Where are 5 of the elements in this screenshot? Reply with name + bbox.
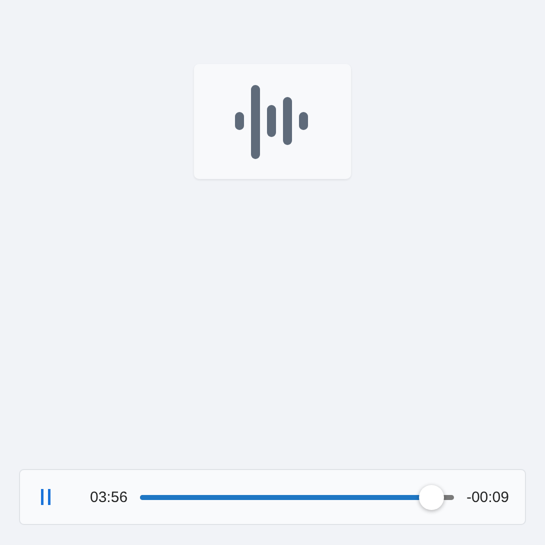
progress-slider[interactable] bbox=[140, 484, 454, 510]
remaining-time: -00:09 bbox=[466, 488, 509, 506]
elapsed-time: 03:56 bbox=[90, 488, 128, 506]
slider-thumb[interactable] bbox=[419, 484, 444, 510]
waveform-icon bbox=[234, 84, 310, 158]
